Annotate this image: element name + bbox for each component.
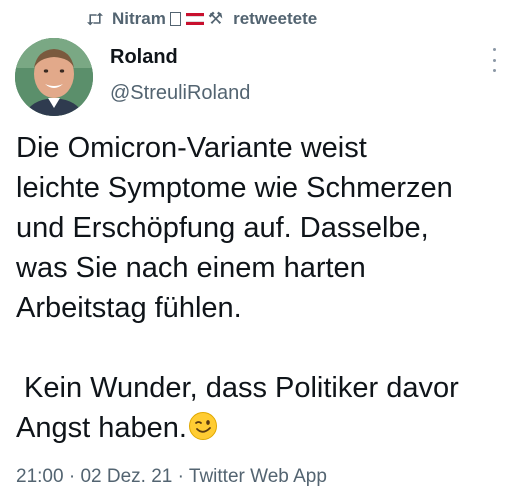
crossed-hammers-icon: ⚒: [207, 9, 224, 28]
tweet-date[interactable]: 02 Dez. 21: [80, 466, 172, 487]
tweet-line: leichte Symptome wie Schmerzen: [16, 172, 453, 204]
tweet-line: Die Omicron-Variante weist: [16, 132, 367, 164]
retweet-icon: [84, 10, 106, 28]
tweet-source[interactable]: Twitter Web App: [189, 466, 327, 487]
tweet-time[interactable]: 21:00: [16, 466, 64, 487]
tweet-line-text: Angst haben.: [16, 412, 187, 444]
tweet-text: Die Omicron-Variante weist leichte Sympt…: [16, 128, 516, 448]
tweet-line: und Erschöpfung auf. Dasselbe,: [16, 212, 429, 244]
author-display-name[interactable]: Roland: [110, 46, 178, 69]
tweet-meta: 21:00 · 02 Dez. 21 · Twitter Web App: [16, 466, 327, 488]
meta-separator: ·: [177, 466, 184, 487]
tweet-card[interactable]: Nitram ⚒ retweetete Roland @StreuliRolan…: [0, 0, 526, 502]
missing-glyph-icon: [169, 12, 181, 26]
author-handle[interactable]: @StreuliRoland: [110, 82, 250, 105]
paragraph-break: [16, 328, 516, 368]
tweet-line: Kein Wunder, dass Politiker davor: [16, 372, 459, 404]
retweet-header: Nitram ⚒ retweetete: [84, 6, 317, 32]
meta-separator: ·: [68, 466, 76, 487]
austria-flag-icon: [185, 13, 204, 25]
retweet-label: retweetete: [233, 9, 318, 28]
tweet-line: Arbeitstag fühlen.: [16, 292, 242, 324]
retweeter-name-text[interactable]: Nitram: [112, 9, 166, 29]
tweet-line: was Sie nach einem harten: [16, 252, 366, 284]
retweeter-name[interactable]: Nitram ⚒: [112, 9, 223, 29]
avatar[interactable]: [15, 38, 93, 116]
more-options-icon[interactable]: [486, 48, 502, 72]
tweet-last-line: Angst haben.: [16, 408, 516, 448]
winking-face-emoji-icon: [188, 411, 218, 441]
